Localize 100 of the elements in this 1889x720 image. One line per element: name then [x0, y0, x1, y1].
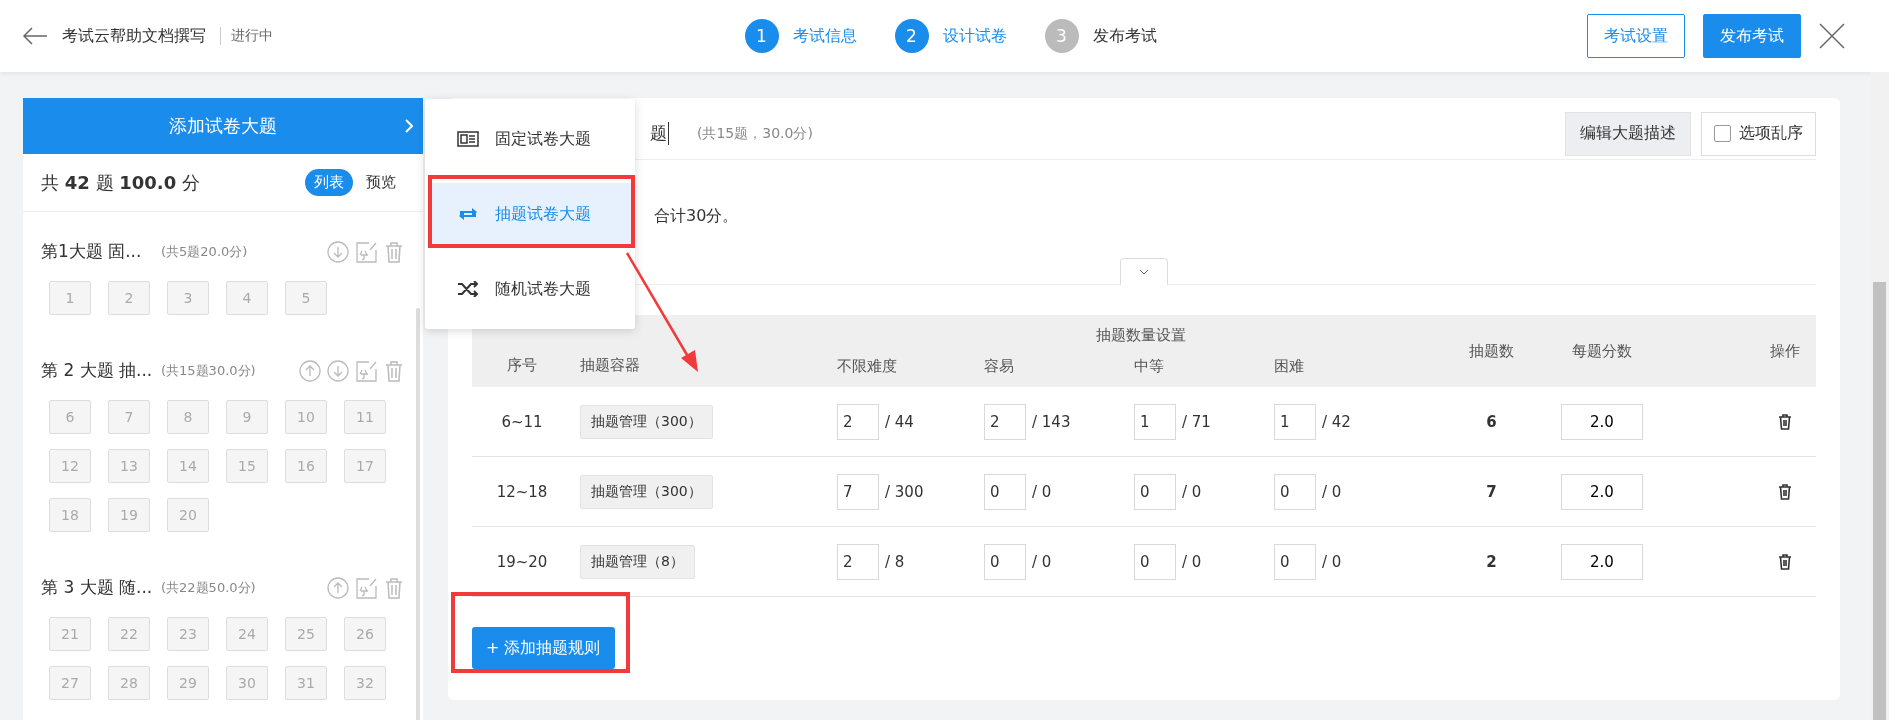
- count-input[interactable]: 0: [1274, 473, 1316, 510]
- trash-icon[interactable]: [1778, 413, 1792, 430]
- view-tab[interactable]: 列表: [305, 169, 353, 196]
- count-input[interactable]: 2: [984, 403, 1026, 440]
- question-number[interactable]: 17: [344, 449, 386, 483]
- question-number[interactable]: 30: [226, 666, 268, 700]
- edit-score-icon[interactable]: [355, 240, 377, 263]
- count-input[interactable]: 1: [1274, 403, 1316, 440]
- question-number[interactable]: 16: [285, 449, 327, 483]
- section-title[interactable]: 第1大题 固...: [41, 240, 161, 263]
- total-count: / 0: [1322, 482, 1342, 501]
- range-cell-text: 12~18: [495, 482, 549, 501]
- step-number: 3: [1044, 19, 1079, 53]
- question-number[interactable]: 2: [108, 281, 150, 315]
- sidebar-scrollbar[interactable]: [416, 308, 420, 720]
- question-number[interactable]: 24: [226, 617, 268, 651]
- exam-status: 进行中: [220, 27, 273, 45]
- question-number[interactable]: 21: [49, 617, 91, 651]
- expand-toggle[interactable]: [1120, 258, 1168, 285]
- menu-item[interactable]: 随机试卷大题: [425, 253, 635, 325]
- view-tab[interactable]: 预览: [357, 169, 405, 196]
- count-input[interactable]: 0: [1134, 543, 1176, 580]
- question-number[interactable]: 22: [108, 617, 150, 651]
- question-number[interactable]: 12: [49, 449, 91, 483]
- edit-score-icon[interactable]: [355, 359, 377, 382]
- question-number[interactable]: 25: [285, 617, 327, 651]
- page-scrollbar[interactable]: [1870, 72, 1889, 720]
- section-info: (共15题，30.0分): [697, 124, 814, 143]
- settings-button[interactable]: 考试设置: [1587, 14, 1685, 58]
- question-number[interactable]: 19: [108, 498, 150, 532]
- step-label[interactable]: 设计试卷: [942, 25, 1007, 47]
- column-heading: 抽题数: [1469, 341, 1514, 361]
- shuffle-checkbox[interactable]: 选项乱序: [1701, 111, 1816, 156]
- total-count: / 42: [1322, 412, 1351, 431]
- repeat-arrows-icon: [457, 206, 479, 222]
- menu-item[interactable]: 抽题试卷大题: [429, 183, 631, 245]
- question-number[interactable]: 7: [108, 400, 150, 434]
- menu-item[interactable]: 固定试卷大题: [425, 103, 635, 175]
- question-number[interactable]: 32: [344, 666, 386, 700]
- column-heading: 容易: [984, 356, 1014, 376]
- score-input[interactable]: 2.0: [1561, 473, 1643, 510]
- question-number[interactable]: 15: [226, 449, 268, 483]
- question-number[interactable]: 8: [167, 400, 209, 434]
- question-number[interactable]: 10: [285, 400, 327, 434]
- question-number[interactable]: 18: [49, 498, 91, 532]
- close-icon[interactable]: [1819, 23, 1845, 49]
- question-number[interactable]: 27: [49, 666, 91, 700]
- question-number[interactable]: 11: [344, 400, 386, 434]
- edit-score-icon[interactable]: [355, 576, 377, 599]
- question-number[interactable]: 5: [285, 281, 327, 315]
- publish-button[interactable]: 发布考试: [1703, 14, 1801, 58]
- score-input[interactable]: 2.0: [1561, 543, 1643, 580]
- score-input[interactable]: 2.0: [1561, 403, 1643, 440]
- question-number[interactable]: 4: [226, 281, 268, 315]
- step-label[interactable]: 考试信息: [792, 25, 857, 47]
- checkbox-square[interactable]: [1714, 125, 1731, 142]
- question-number[interactable]: 29: [167, 666, 209, 700]
- question-number[interactable]: 1: [49, 281, 91, 315]
- section-title-field[interactable]: 题: [650, 122, 669, 145]
- column-heading: 每题分数: [1571, 341, 1632, 361]
- question-number[interactable]: 14: [167, 449, 209, 483]
- count-input[interactable]: 7: [837, 473, 879, 510]
- trash-icon[interactable]: [1778, 483, 1792, 500]
- count-input[interactable]: 2: [837, 543, 879, 580]
- question-number[interactable]: 6: [49, 400, 91, 434]
- total-count: / 0: [1322, 552, 1342, 571]
- scrollbar-thumb[interactable]: [1873, 282, 1886, 720]
- question-number[interactable]: 3: [167, 281, 209, 315]
- trash-icon[interactable]: [1778, 553, 1792, 570]
- count-input[interactable]: 0: [1274, 543, 1316, 580]
- question-number[interactable]: 26: [344, 617, 386, 651]
- count-input[interactable]: 0: [984, 543, 1026, 580]
- column-heading: 不限难度: [837, 356, 897, 376]
- total-count: / 44: [885, 412, 914, 431]
- range-cell-text: 6~11: [500, 412, 544, 431]
- question-number[interactable]: 28: [108, 666, 150, 700]
- question-number[interactable]: 9: [226, 400, 268, 434]
- back-arrow-icon[interactable]: [22, 27, 48, 45]
- add-rule-button[interactable]: + 添加抽题规则: [472, 627, 615, 669]
- edit-description-button[interactable]: 编辑大题描述: [1565, 111, 1691, 156]
- container-tag[interactable]: 抽题管理（8）: [580, 544, 695, 579]
- count-input[interactable]: 0: [1134, 473, 1176, 510]
- section-info: (共5题20.0分): [161, 242, 249, 261]
- section-title[interactable]: 第 3 大题 随...: [41, 576, 161, 599]
- question-number[interactable]: 23: [167, 617, 209, 651]
- section-description: 合计30分。: [654, 206, 739, 225]
- total-count: / 0: [1032, 482, 1052, 501]
- count-input[interactable]: 2: [837, 403, 879, 440]
- step-number: 2: [894, 19, 929, 53]
- step-label[interactable]: 发布考试: [1092, 25, 1157, 47]
- container-tag[interactable]: 抽题管理（300）: [580, 404, 713, 439]
- question-number[interactable]: 31: [285, 666, 327, 700]
- count-input[interactable]: 0: [984, 473, 1026, 510]
- section-title[interactable]: 第 2 大题 抽...: [41, 359, 161, 382]
- chevron-down-icon: [1139, 269, 1149, 275]
- question-number[interactable]: 20: [167, 498, 209, 532]
- count-input[interactable]: 1: [1134, 403, 1176, 440]
- question-number[interactable]: 13: [108, 449, 150, 483]
- container-tag[interactable]: 抽题管理（300）: [580, 474, 713, 509]
- add-section-button[interactable]: 添加试卷大题: [23, 98, 423, 154]
